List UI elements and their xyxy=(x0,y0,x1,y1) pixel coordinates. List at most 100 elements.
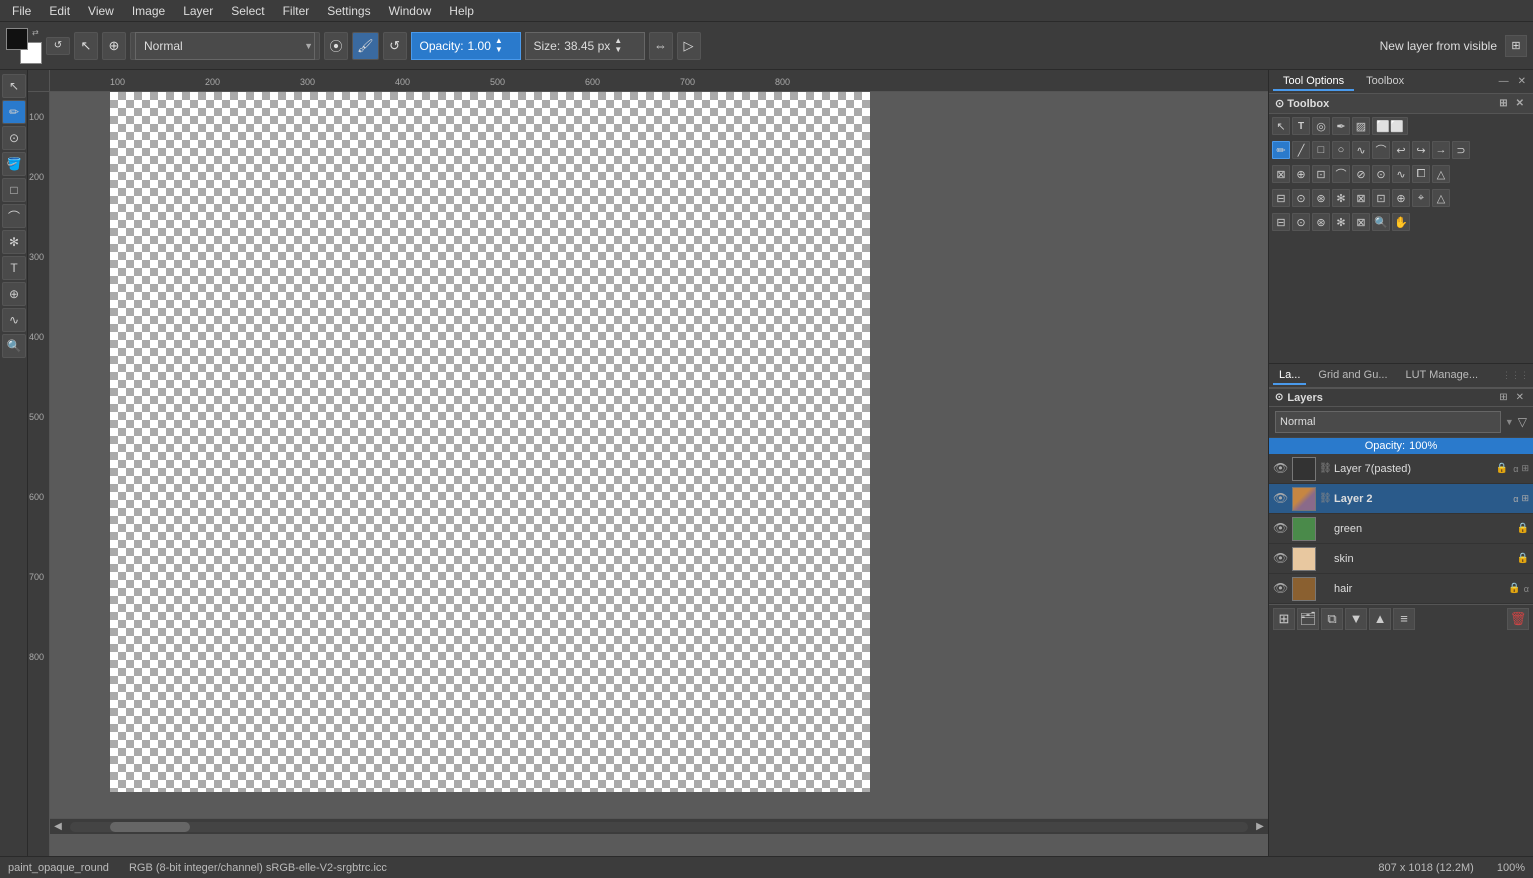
left-tool-clone[interactable]: ⊕ xyxy=(2,282,26,306)
tool-pan[interactable]: ✋ xyxy=(1392,213,1410,231)
tool-fuzzy-sel[interactable]: ✻ xyxy=(1332,189,1350,207)
layer-7-chain-icon[interactable]: ⛓ xyxy=(1319,463,1331,474)
swap-colors-icon[interactable]: ⇄ xyxy=(32,28,42,38)
tool-paint-button[interactable]: 🖌 xyxy=(352,32,379,60)
tool-blur[interactable]: ⌒ xyxy=(1372,141,1390,159)
tool-pencil[interactable]: ╱ xyxy=(1292,141,1310,159)
layer-7-lock-icon[interactable]: 🔒 xyxy=(1496,463,1508,474)
merge-layers-button[interactable]: ≡ xyxy=(1393,608,1415,630)
tool-smudge[interactable]: → xyxy=(1432,141,1450,159)
left-tool-bucket[interactable]: 🪣 xyxy=(2,152,26,176)
color-swatch[interactable]: ⇄ xyxy=(6,28,42,64)
grid-tab[interactable]: Grid and Gu... xyxy=(1312,367,1393,385)
panel-drag-handle[interactable]: ⋮⋮⋮ xyxy=(1502,370,1529,381)
lock-position-icon[interactable]: ▽ xyxy=(1518,415,1527,429)
size-control[interactable]: Size: 38.45 px ▲ ▼ xyxy=(525,32,645,60)
left-tool-smudge[interactable]: ∿ xyxy=(2,308,26,332)
tool-ink[interactable]: ✒ xyxy=(1332,117,1350,135)
layer-7-more-icon[interactable]: ⊞ xyxy=(1521,463,1529,474)
size-spinner[interactable]: ▲ ▼ xyxy=(614,37,622,54)
layer-skin-lock-icon[interactable]: 🔒 xyxy=(1517,553,1529,564)
tool-pointer[interactable]: ↖ xyxy=(1272,117,1290,135)
tool-burn[interactable]: ↪ xyxy=(1412,141,1430,159)
tool-free-sel2[interactable]: ⊛ xyxy=(1312,213,1330,231)
opacity-value[interactable]: 1.00 xyxy=(468,39,491,53)
tool-options-tab[interactable]: Tool Options xyxy=(1273,73,1354,91)
tool-pattern[interactable]: ▨ xyxy=(1352,117,1370,135)
layer-row-hair[interactable]: 👁 hair 🔒 α xyxy=(1269,574,1533,604)
tool-zoom[interactable]: 🔍 xyxy=(1372,213,1390,231)
layer-7-alpha-icon[interactable]: α xyxy=(1513,464,1518,474)
tool-zoom-button[interactable]: ⊕ xyxy=(102,32,126,60)
left-tool-text[interactable]: T xyxy=(2,256,26,280)
panel-close-button[interactable]: ✕ xyxy=(1515,75,1529,88)
new-layer-button[interactable]: ⊞ xyxy=(1273,608,1295,630)
tool-flip[interactable]: ⧠ xyxy=(1412,165,1430,183)
tool-warp[interactable]: ⌖ xyxy=(1412,189,1430,207)
layers-tab[interactable]: La... xyxy=(1273,367,1306,385)
layer-row-green[interactable]: 👁 green 🔒 xyxy=(1269,514,1533,544)
tool-text[interactable]: T xyxy=(1292,117,1310,135)
mode-dropdown-arrow[interactable]: ▼ xyxy=(1505,417,1514,427)
tool-convolve[interactable]: ⊃ xyxy=(1452,141,1470,159)
menu-filter[interactable]: Filter xyxy=(275,2,318,20)
horizontal-scrollbar[interactable]: ◀ ▶ xyxy=(50,818,1268,834)
tool-color-picker[interactable]: ◎ xyxy=(1312,117,1330,135)
size-value[interactable]: 38.45 px xyxy=(564,39,610,53)
tool-dodge[interactable]: ↩ xyxy=(1392,141,1410,159)
layer-opacity-value[interactable]: 100% xyxy=(1409,440,1437,452)
layer-2-visibility-toggle[interactable]: 👁 xyxy=(1273,491,1289,507)
tool-clone[interactable]: □ xyxy=(1312,141,1330,159)
foreground-color-swatch[interactable] xyxy=(6,28,28,50)
menu-window[interactable]: Window xyxy=(381,2,440,20)
menu-help[interactable]: Help xyxy=(441,2,482,20)
tool-paintbrush[interactable]: ✏ xyxy=(1272,141,1290,159)
menu-select[interactable]: Select xyxy=(223,2,272,20)
opacity-bar[interactable]: Opacity: 100% xyxy=(1269,438,1533,454)
flip-v-button[interactable]: ▷ xyxy=(677,32,701,60)
tool-transform3d[interactable]: △ xyxy=(1432,165,1450,183)
layers-attach-button[interactable]: ⊞ xyxy=(1496,391,1510,404)
tool-perspective-clone[interactable]: ∿ xyxy=(1352,141,1370,159)
tool-align[interactable]: ⊕ xyxy=(1292,165,1310,183)
tool-cage[interactable]: △ xyxy=(1432,189,1450,207)
toolbox-attach-button[interactable]: ⊞ xyxy=(1496,97,1510,110)
left-tool-rect[interactable]: □ xyxy=(2,178,26,202)
layer-2-chain-icon[interactable]: ⛓ xyxy=(1319,493,1331,504)
scroll-left-button[interactable]: ◀ xyxy=(50,821,66,832)
opacity-control[interactable]: Opacity: 1.00 ▲ ▼ xyxy=(411,32,521,60)
tool-select-button[interactable]: ↖ xyxy=(74,32,98,60)
left-tool-zoom[interactable]: 🔍 xyxy=(2,334,26,358)
layer-row-7pasted[interactable]: 👁 ⛓ Layer 7(pasted) 🔒 α ⊞ xyxy=(1269,454,1533,484)
left-tool-arrow[interactable]: ↖ xyxy=(2,74,26,98)
tool-scissors[interactable]: ⊡ xyxy=(1372,189,1390,207)
layers-close-button[interactable]: ✕ xyxy=(1513,391,1527,404)
move-layer-up-button[interactable]: ▲ xyxy=(1369,608,1391,630)
layer-hair-visibility-toggle[interactable]: 👁 xyxy=(1273,581,1289,597)
menu-layer[interactable]: Layer xyxy=(175,2,221,20)
layer-2-alpha-icon[interactable]: α xyxy=(1513,494,1518,504)
layer-hair-lock-icon[interactable]: 🔒 xyxy=(1508,583,1520,594)
tool-move[interactable]: ⊠ xyxy=(1272,165,1290,183)
flip-h-button[interactable]: ⇔ xyxy=(649,32,673,60)
left-tool-fuzzy[interactable]: ✻ xyxy=(2,230,26,254)
menu-image[interactable]: Image xyxy=(124,2,173,20)
scroll-right-button[interactable]: ▶ xyxy=(1252,821,1268,832)
menu-edit[interactable]: Edit xyxy=(41,2,78,20)
toolbox-close-button[interactable]: ✕ xyxy=(1513,97,1527,110)
tool-paths[interactable]: ✻ xyxy=(1332,213,1350,231)
paint-mode-dropdown[interactable]: Normal xyxy=(135,32,315,60)
layer-2-more-icon[interactable]: ⊞ xyxy=(1521,493,1529,504)
layer-green-lock-icon[interactable]: 🔒 xyxy=(1517,523,1529,534)
duplicate-layer-button[interactable]: ⧉ xyxy=(1321,608,1343,630)
tool-scale[interactable]: ⊘ xyxy=(1352,165,1370,183)
tool-heal[interactable]: ○ xyxy=(1332,141,1350,159)
layer-green-visibility-toggle[interactable]: 👁 xyxy=(1273,521,1289,537)
layer-7-visibility-toggle[interactable]: 👁 xyxy=(1273,461,1289,477)
toolbox-tab[interactable]: Toolbox xyxy=(1356,73,1414,91)
tool-shear[interactable]: ⊙ xyxy=(1372,165,1390,183)
new-layer-group-button[interactable]: 🗂 xyxy=(1297,608,1319,630)
tool-refresh-button[interactable]: ↺ xyxy=(383,32,407,60)
new-layer-icon[interactable]: ⊞ xyxy=(1505,35,1527,57)
opacity-spinner[interactable]: ▲ ▼ xyxy=(495,37,503,54)
